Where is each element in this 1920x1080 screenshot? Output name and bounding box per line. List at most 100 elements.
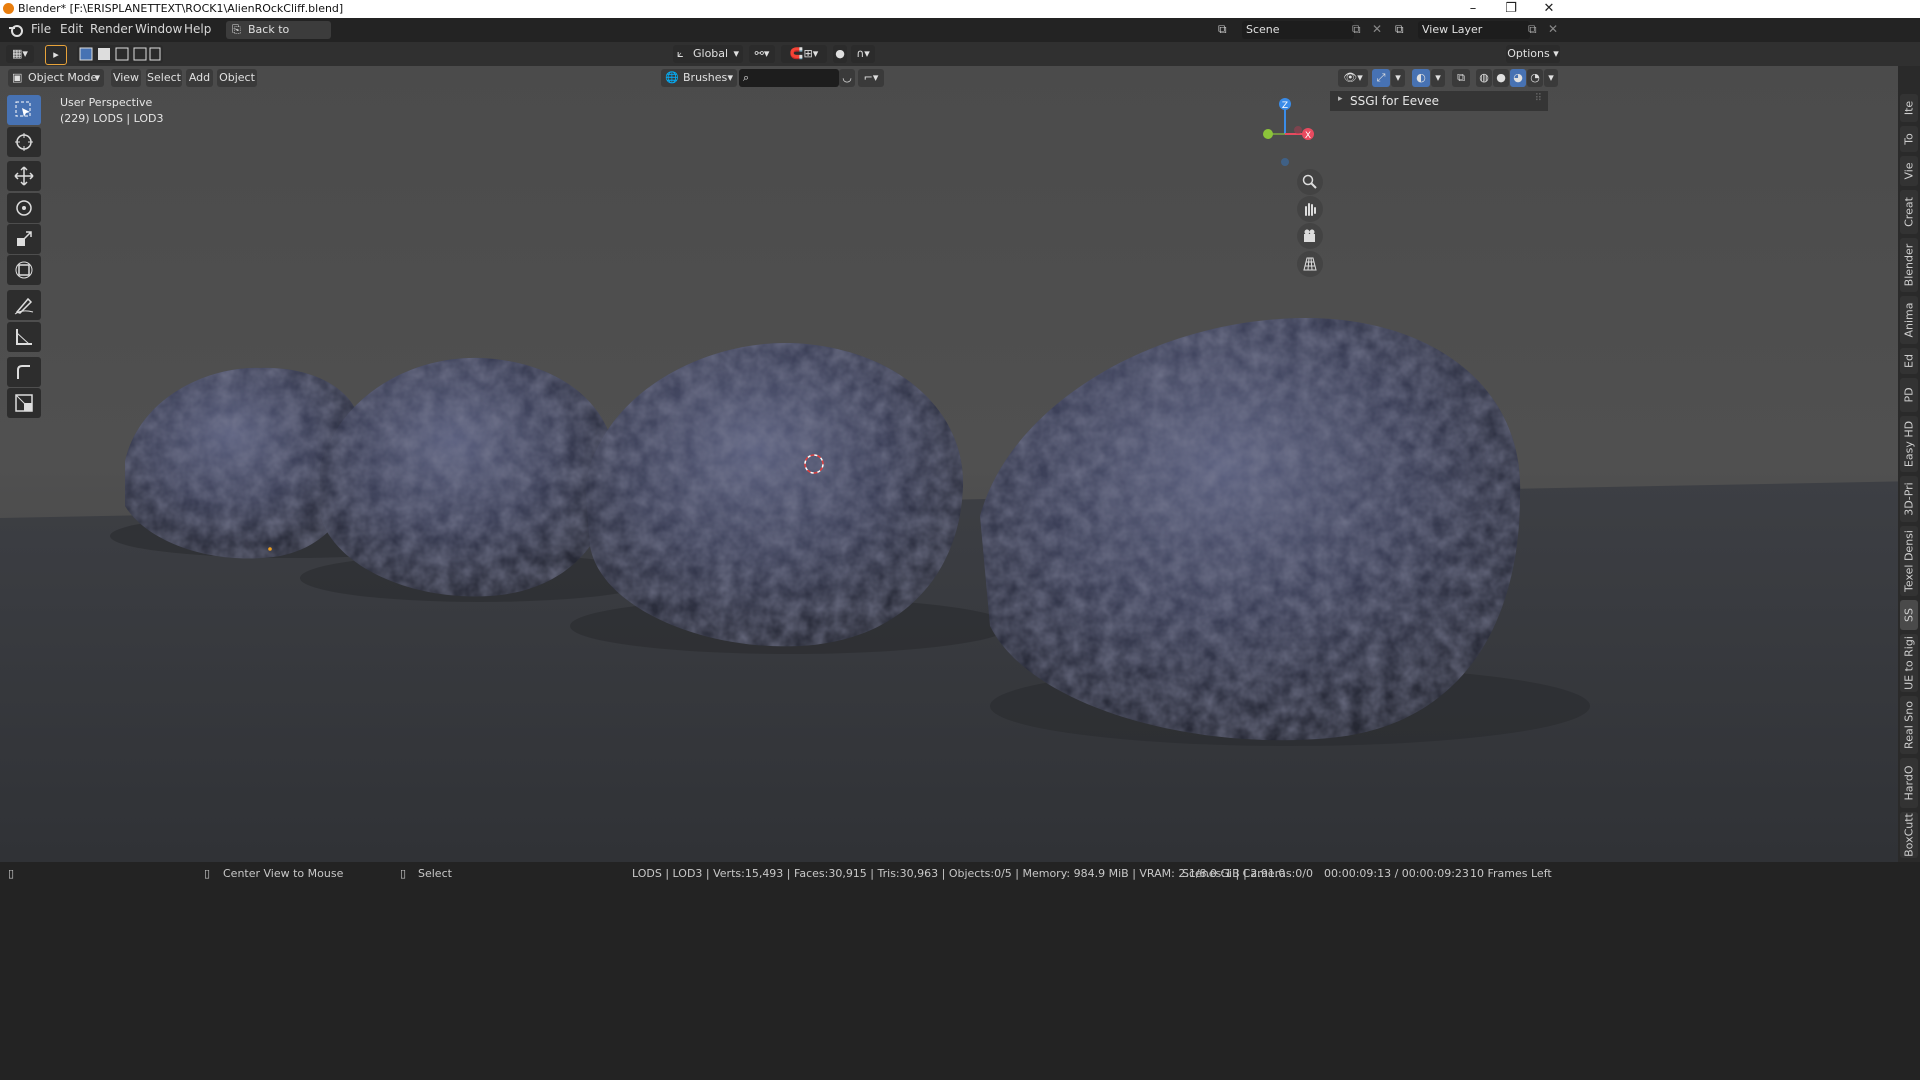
xray-toggle[interactable]: ⧉ [1452,69,1470,87]
drag-handle-icon[interactable]: ⠿ [1535,93,1542,104]
cursor-tool[interactable] [7,127,41,157]
move-tool[interactable] [7,161,41,191]
mode-label: Object Mode [28,71,98,84]
sidebar-tab-pd[interactable]: PD [1900,378,1918,412]
sidebar-tab-3d-print[interactable]: 3D-Pri [1900,476,1918,522]
mode-dropdown[interactable]: ▣ Object Mode ▾ [8,69,104,87]
close-window-button[interactable]: ✕ [1530,0,1568,18]
sidebar-tab-boxcutter[interactable]: BoxCutt [1900,812,1918,858]
menu-render[interactable]: Render [90,22,133,36]
sidebar-tab-texel-density[interactable]: Texel Densi [1900,526,1918,596]
select-box-icon [15,101,31,117]
wireframe-shading-button[interactable]: ◍ [1476,69,1492,87]
transform-tool[interactable] [7,255,41,285]
gizmo-neg-z-axis[interactable] [1281,158,1289,166]
add-cube-tool[interactable] [7,357,41,387]
overlay-dropdown[interactable]: ▾ [1431,69,1445,87]
editor-type-button[interactable]: ▦▾ [6,45,34,63]
pivot-point-button[interactable]: ⚯▾ [749,45,775,63]
zoom-button[interactable] [1297,169,1323,195]
menu-add[interactable]: Add [186,69,213,87]
minimize-button[interactable]: – [1454,0,1492,18]
menu-select[interactable]: Select [146,69,182,87]
sidebar-tab-item[interactable]: Ite [1900,94,1918,122]
gizmo-y-axis[interactable] [1263,129,1273,139]
sidebar-tab-ss[interactable]: SS [1900,600,1918,630]
delete-scene-icon[interactable]: ✕ [1372,22,1382,36]
ssgi-panel-header[interactable]: ▸ SSGI for Eevee ⠿ [1330,91,1548,111]
proportional-falloff-button[interactable]: ∩▾ [851,45,875,63]
chevron-down-icon: ▾ [733,47,739,60]
sidebar-tab-create[interactable]: Creat [1900,190,1918,234]
brush-search-input[interactable]: ⌕ [739,69,839,87]
sidebar-tab-hardops[interactable]: HardO [1900,758,1918,808]
chevron-down-icon: ▾ [727,71,733,84]
extra-tool[interactable] [7,388,41,418]
blender-logo-icon [3,3,14,14]
overlay-toggle[interactable]: ◐ [1412,69,1430,87]
blender-menu-icon[interactable] [8,23,24,37]
measure-tool[interactable] [7,322,41,352]
timecode: 00:00:09:13 / 00:00:09:23 [1324,867,1469,880]
delete-view-layer-icon[interactable]: ✕ [1548,22,1558,36]
maximize-button[interactable]: ❐ [1492,0,1530,18]
sidebar-tab-blender[interactable]: Blender [1900,238,1918,292]
sidebar-tab-real-snow[interactable]: Real Sno [1900,696,1918,754]
snapping-button[interactable]: 🧲⊞▾ [781,45,827,63]
gizmo-toggle[interactable]: ⤢ [1372,69,1390,87]
ortho-toggle-button[interactable] [1297,251,1323,277]
pan-button[interactable] [1297,196,1323,222]
brushes-dropdown[interactable]: 🌐 Brushes ▾ [661,69,737,87]
scene-field[interactable]: Scene [1242,21,1354,39]
menu-help[interactable]: Help [184,22,211,36]
navigation-gizmo[interactable]: Z X [1250,96,1330,176]
sidebar-tab-easy-hdri[interactable]: Easy HD [1900,416,1918,472]
visibility-dropdown[interactable]: 👁▾ [1338,69,1368,87]
brush-stroke-button[interactable]: ⌐▾ [858,69,884,87]
gizmo-dropdown[interactable]: ▾ [1391,69,1405,87]
proportional-editing-button[interactable]: ● [833,45,847,63]
back-to-previous-button[interactable]: ⎘ Back to Previous [226,21,331,54]
new-scene-icon[interactable]: ⧉ [1352,22,1361,37]
solid-shading-button[interactable]: ● [1493,69,1509,87]
view-layer-field[interactable]: View Layer [1418,21,1530,39]
menu-view[interactable]: View [111,69,141,87]
scale-tool[interactable] [7,224,41,254]
panel-expand-icon: ▸ [1338,94,1343,104]
options-dropdown[interactable]: Options ▾ [1506,45,1560,63]
pencil-icon [14,297,34,315]
rendered-shading-button[interactable]: ◔ [1527,69,1543,87]
brush-curve-button[interactable]: ◡ [839,69,855,87]
annotate-tool[interactable] [7,290,41,320]
rotate-tool[interactable] [7,193,41,223]
camera-view-button[interactable] [1297,223,1323,249]
selection-mode-buttons[interactable] [77,45,163,63]
sidebar-tab-animation[interactable]: Anima [1900,296,1918,344]
menu-edit[interactable]: Edit [60,22,83,36]
top-menubar: File Edit Render Window Help ⎘ Back to P… [0,18,1920,54]
select-box-tool[interactable] [7,95,41,125]
shading-dropdown[interactable]: ▾ [1544,69,1558,87]
sidebar-tab-tool[interactable]: To [1900,126,1918,152]
gizmo-neg-x-axis[interactable] [1294,126,1302,134]
status-menu-icon[interactable]: ▯ [8,867,14,880]
sidebar-tab-view[interactable]: Vie [1900,156,1918,186]
object-mode-icon: ▣ [12,71,23,84]
transform-orientation-dropdown[interactable]: ⟀ Global ▾ [673,45,743,63]
menu-window[interactable]: Window [135,22,182,36]
new-view-layer-icon[interactable]: ⧉ [1528,22,1537,37]
sidebar-tab-edit[interactable]: Ed [1900,348,1918,374]
material-preview-button[interactable]: ◕ [1510,69,1526,87]
object-origin-dot[interactable] [268,547,272,551]
brushes-label: Brushes [683,71,728,84]
3d-viewport[interactable]: ▣ Object Mode ▾ View Select Add Object 🌐… [0,66,1920,862]
globe-icon: 🌐 [665,71,679,84]
menu-object[interactable]: Object [217,69,257,87]
scene-browse-icon[interactable]: ⧉ [1218,22,1227,37]
sidebar-tab-ue-to-rigify[interactable]: UE to Rigi [1900,634,1918,692]
view-layer-browse-icon[interactable]: ⧉ [1395,22,1404,37]
screen-bottom-area [0,886,1920,1080]
zoom-icon [1302,174,1317,189]
menu-file[interactable]: File [31,22,51,36]
active-tool-icon[interactable]: ▸ [45,45,67,65]
